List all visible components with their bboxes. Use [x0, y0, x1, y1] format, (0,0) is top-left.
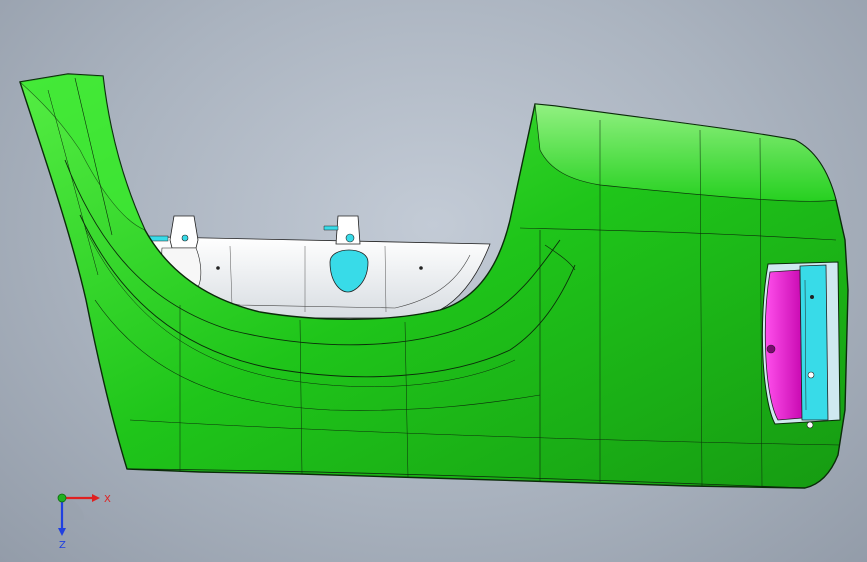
z-axis-label: Z: [59, 540, 66, 550]
x-axis-arrow-icon: [92, 494, 100, 502]
cad-viewport[interactable]: X Z: [0, 0, 867, 562]
z-axis-arrow-icon: [58, 528, 66, 536]
triad-shadow: [62, 498, 84, 520]
x-axis-label: X: [104, 494, 111, 505]
y-axis-dot-icon: [57, 493, 67, 503]
lamp-housing: [761, 261, 841, 429]
cad-model-view: [19, 73, 849, 489]
axis-triad[interactable]: X Z: [44, 480, 114, 550]
